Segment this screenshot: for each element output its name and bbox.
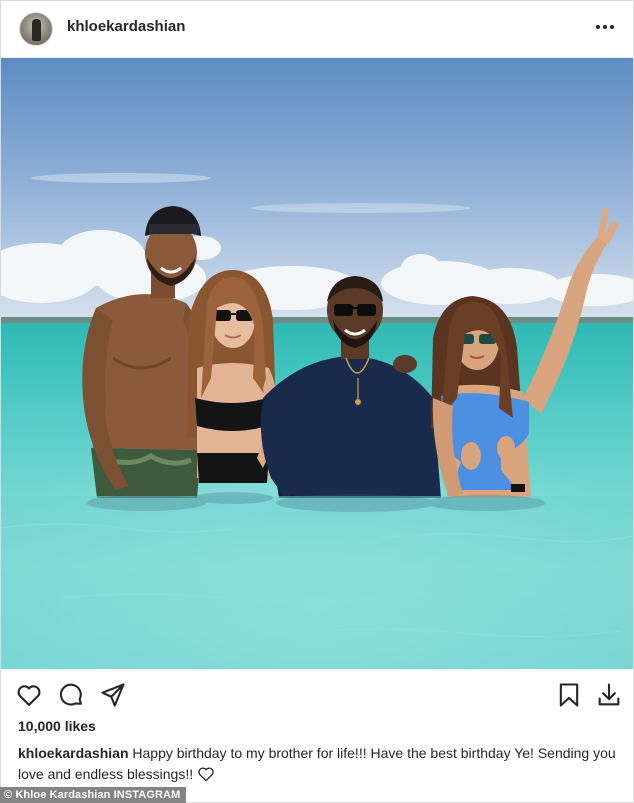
- post-photo[interactable]: [1, 58, 633, 669]
- caption-username[interactable]: khloekardashian: [18, 745, 129, 761]
- action-bar: [1, 673, 633, 717]
- instagram-post: khloekardashian 10,000 likes khloekardas…: [0, 0, 634, 803]
- download-icon[interactable]: [595, 681, 623, 709]
- share-icon[interactable]: [99, 681, 127, 709]
- post-caption: khloekardashian Happy birthday to my bro…: [18, 743, 618, 785]
- caption-heart-icon[interactable]: [197, 766, 215, 782]
- beach-photo-image: [1, 58, 633, 669]
- likes-count[interactable]: 10,000 likes: [18, 718, 96, 734]
- bookmark-icon[interactable]: [555, 681, 583, 709]
- photo-credit: © Khloe Kardashian INSTAGRAM: [0, 787, 187, 803]
- avatar[interactable]: [19, 12, 53, 46]
- post-username[interactable]: khloekardashian: [67, 18, 185, 35]
- more-options-icon[interactable]: [591, 13, 619, 41]
- comment-icon[interactable]: [57, 681, 85, 709]
- post-header: khloekardashian: [1, 1, 633, 58]
- heart-icon[interactable]: [15, 681, 43, 709]
